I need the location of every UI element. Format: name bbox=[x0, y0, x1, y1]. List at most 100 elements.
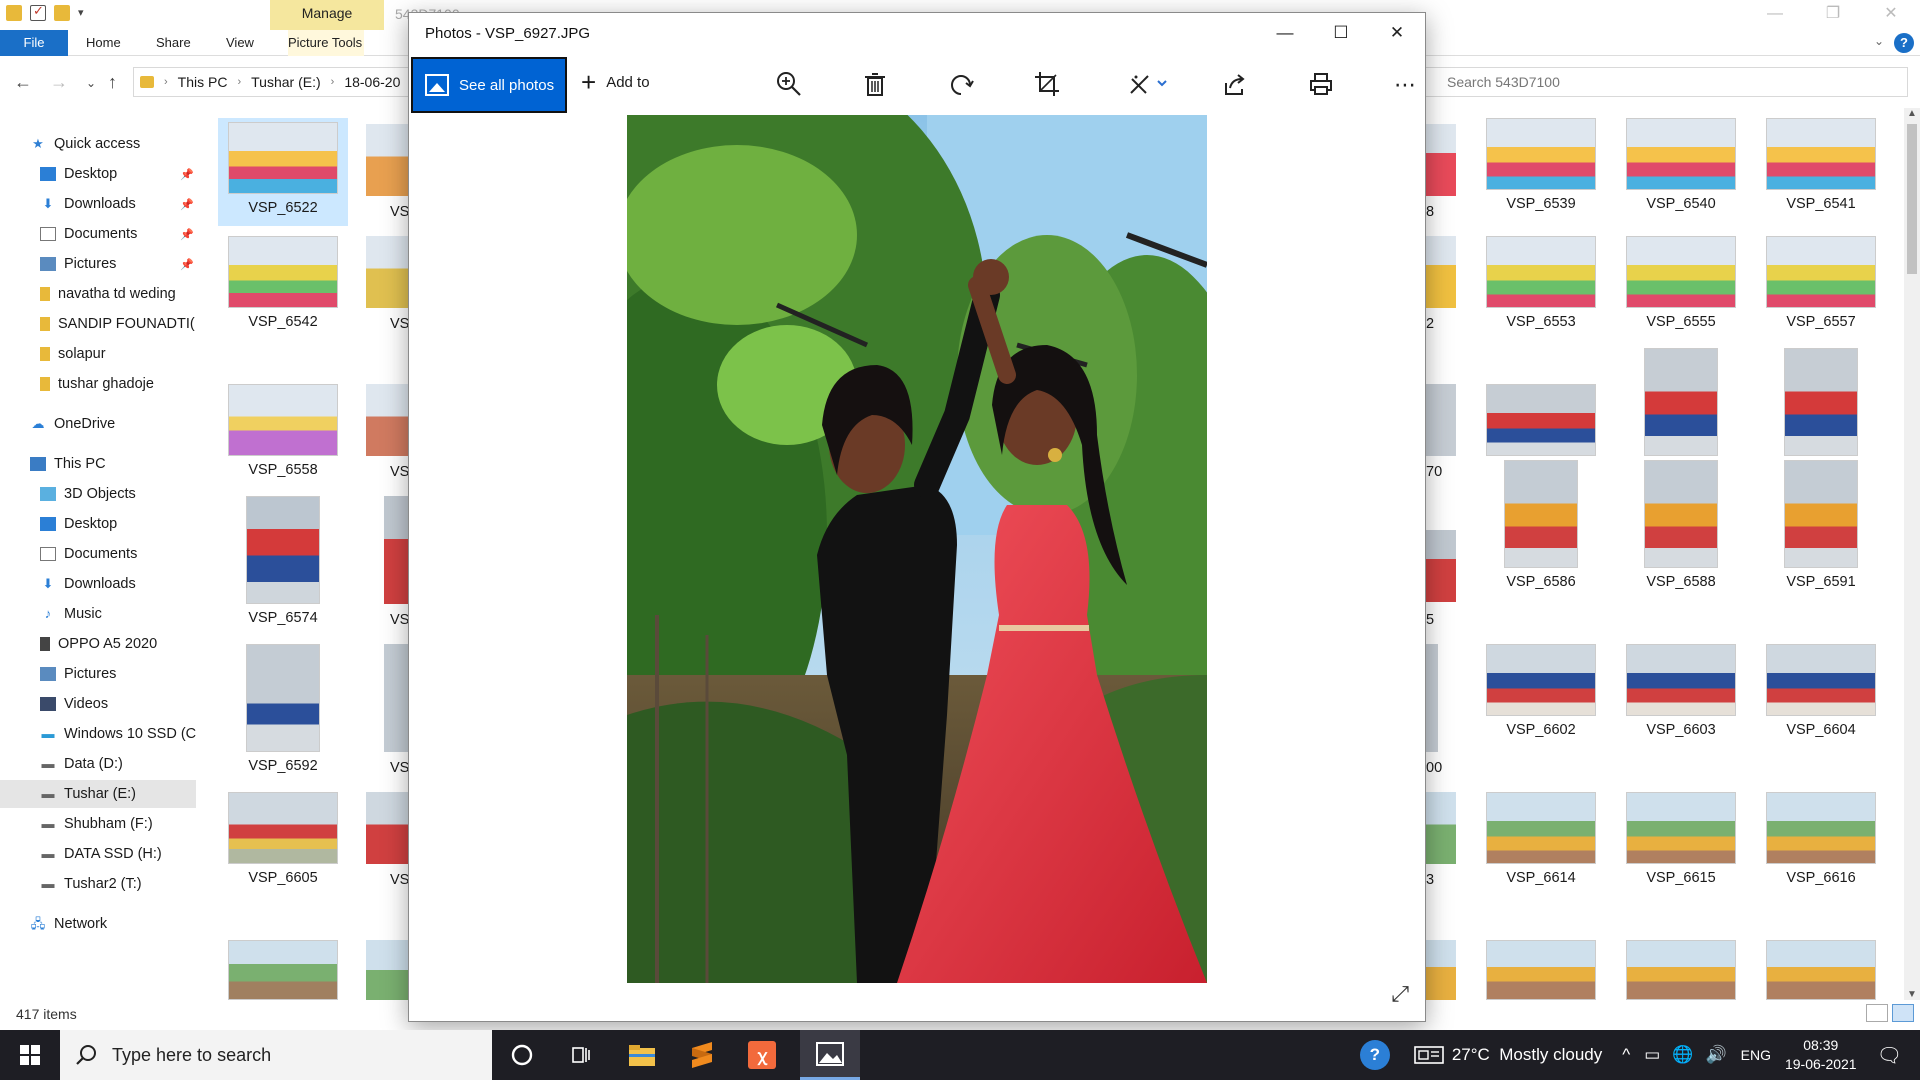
file-item[interactable]: VSP_6574 bbox=[218, 496, 348, 626]
minimize-icon[interactable]: — bbox=[1746, 0, 1804, 30]
nav-pc-item[interactable]: ⬇ Downloads bbox=[40, 570, 236, 598]
file-item[interactable]: VSP_6573 bbox=[1756, 348, 1886, 478]
search-input[interactable]: Search 543D7100 bbox=[1420, 67, 1908, 97]
restore-icon[interactable]: ❐ bbox=[1804, 0, 1862, 30]
rotate-icon[interactable] bbox=[947, 71, 975, 99]
photo-thumbnail[interactable] bbox=[1426, 384, 1456, 456]
clock[interactable]: 08:39 19-06-2021 bbox=[1785, 1036, 1857, 1074]
file-item[interactable]: VSP_6542 bbox=[218, 236, 348, 330]
print-icon[interactable] bbox=[1307, 71, 1335, 99]
file-item[interactable]: VSP_6604 bbox=[1756, 644, 1886, 738]
file-explorer-taskbar-icon[interactable] bbox=[612, 1030, 672, 1080]
nav-onedrive[interactable]: ☁ OneDrive bbox=[30, 410, 226, 438]
large-icons-view-icon[interactable] bbox=[1892, 1004, 1914, 1022]
address-bar[interactable]: › This PC › Tushar (E:) › 18-06-20 bbox=[133, 67, 423, 97]
file-item[interactable] bbox=[1616, 940, 1746, 1000]
forward-icon[interactable]: → bbox=[50, 72, 68, 93]
breadcrumb-folder[interactable]: 18-06-20 bbox=[344, 74, 400, 90]
nav-qa-folder[interactable]: solapur bbox=[40, 340, 236, 368]
file-item[interactable]: VSP_6553 bbox=[1476, 236, 1606, 330]
tab-home[interactable]: Home bbox=[86, 30, 121, 56]
file-item[interactable]: VSP_6615 bbox=[1616, 792, 1746, 886]
file-item[interactable]: VSP_6557 bbox=[1756, 236, 1886, 330]
back-icon[interactable]: ← bbox=[14, 72, 32, 93]
nav-pc-item[interactable]: Documents bbox=[40, 540, 236, 568]
nav-qa-folder[interactable]: navatha td weding bbox=[40, 280, 236, 308]
photo-thumbnail[interactable] bbox=[366, 940, 410, 1000]
file-item[interactable]: VSP_6602 bbox=[1476, 644, 1606, 738]
file-item[interactable]: VSP_6555 bbox=[1616, 236, 1746, 330]
file-item[interactable]: VSP_6540 bbox=[1616, 118, 1746, 212]
nav-pc-item[interactable]: ▬ Tushar2 (T:) bbox=[40, 870, 236, 898]
nav-pc-item[interactable]: Desktop bbox=[40, 510, 236, 538]
tab-view[interactable]: View bbox=[226, 30, 254, 56]
scroll-up-icon[interactable]: ▲ bbox=[1907, 108, 1917, 119]
file-item[interactable] bbox=[1476, 940, 1606, 1000]
manage-context-tab[interactable]: Manage bbox=[270, 0, 384, 30]
taskbar-search-box[interactable]: Type here to search bbox=[60, 1030, 492, 1080]
task-view-icon[interactable] bbox=[552, 1030, 612, 1080]
add-to-button[interactable]: + Add to bbox=[581, 69, 650, 95]
nav-pc-item-selected[interactable]: ▬ Tushar (E:) bbox=[0, 780, 196, 808]
nav-qa-downloads[interactable]: ⬇ Downloads 📌 bbox=[40, 190, 236, 218]
file-item[interactable]: VSP_6586 bbox=[1476, 460, 1606, 590]
file-item[interactable]: VSP_6558 bbox=[218, 384, 348, 478]
nav-pc-item[interactable]: Pictures bbox=[40, 660, 236, 688]
nav-pc-item[interactable]: ▬ Data (D:) bbox=[40, 750, 236, 778]
file-item[interactable]: VSP_6616 bbox=[1756, 792, 1886, 886]
battery-icon[interactable]: ▭ bbox=[1644, 1045, 1660, 1065]
photo-thumbnail[interactable] bbox=[384, 644, 410, 752]
photo-thumbnail[interactable] bbox=[366, 124, 410, 196]
nav-this-pc[interactable]: This PC bbox=[30, 450, 226, 478]
nav-pc-item[interactable]: OPPO A5 2020 bbox=[40, 630, 236, 658]
tab-file[interactable]: File bbox=[0, 30, 68, 56]
see-all-photos-button[interactable]: See all photos bbox=[411, 57, 567, 113]
up-icon[interactable]: ↑ bbox=[108, 72, 117, 93]
fullscreen-icon[interactable]: ⤢ bbox=[1391, 981, 1409, 1007]
details-view-icon[interactable] bbox=[1866, 1004, 1888, 1022]
photo-thumbnail[interactable] bbox=[366, 384, 410, 456]
breadcrumb-this-pc[interactable]: This PC bbox=[178, 74, 228, 90]
close-icon[interactable]: ✕ bbox=[1369, 13, 1425, 55]
minimize-icon[interactable]: — bbox=[1257, 13, 1313, 55]
nav-pc-item[interactable]: ▬ Windows 10 SSD (C bbox=[40, 720, 236, 748]
properties-icon[interactable] bbox=[30, 3, 46, 21]
file-item[interactable]: VSP_6592 bbox=[218, 644, 348, 774]
photos-taskbar-icon[interactable] bbox=[800, 1030, 860, 1080]
file-item[interactable]: VSP_6588 bbox=[1616, 460, 1746, 590]
file-item[interactable]: VSP_6572 bbox=[1616, 348, 1746, 478]
language-indicator[interactable]: ENG bbox=[1741, 1047, 1771, 1063]
share-icon[interactable] bbox=[1221, 71, 1249, 99]
photo-thumbnail[interactable] bbox=[1426, 644, 1438, 752]
photo-thumbnail[interactable] bbox=[366, 792, 410, 864]
recent-locations-icon[interactable]: ⌄ bbox=[86, 76, 96, 90]
xampp-icon[interactable]: ꭓ bbox=[732, 1030, 792, 1080]
nav-qa-documents[interactable]: Documents 📌 bbox=[40, 220, 236, 248]
volume-icon[interactable]: 🔊 bbox=[1705, 1045, 1726, 1065]
photo-thumbnail[interactable] bbox=[1426, 940, 1456, 1000]
start-button[interactable] bbox=[0, 1030, 60, 1080]
photo-thumbnail[interactable] bbox=[1426, 530, 1456, 602]
nav-pc-item[interactable]: ▬ DATA SSD (H:) bbox=[40, 840, 236, 868]
tab-picture-tools[interactable]: Picture Tools bbox=[288, 30, 364, 56]
help-tips-icon[interactable]: ? bbox=[1359, 1040, 1390, 1070]
collapse-ribbon-icon[interactable]: ⌄ bbox=[1874, 34, 1884, 48]
nav-pc-item[interactable]: 3D Objects bbox=[40, 480, 236, 508]
photo-thumbnail[interactable] bbox=[1426, 124, 1456, 196]
file-item[interactable]: VSP_6614 bbox=[1476, 792, 1606, 886]
delete-icon[interactable] bbox=[861, 71, 889, 99]
file-item[interactable]: VSP_6605 bbox=[218, 792, 348, 886]
network-globe-icon[interactable]: 🌐 bbox=[1672, 1045, 1693, 1065]
weather-news-icon[interactable] bbox=[1414, 1044, 1444, 1066]
nav-pc-item[interactable]: ♪ Music bbox=[40, 600, 236, 628]
tab-share[interactable]: Share bbox=[156, 30, 191, 56]
weather-text[interactable]: 27°C Mostly cloudy bbox=[1452, 1045, 1602, 1065]
zoom-in-icon[interactable] bbox=[775, 71, 803, 99]
nav-pc-item[interactable]: ▬ Shubham (F:) bbox=[40, 810, 236, 838]
file-item[interactable]: VSP_6522 bbox=[218, 118, 348, 226]
file-item[interactable]: VSP_6541 bbox=[1756, 118, 1886, 212]
nav-network[interactable]: 🖧 Network bbox=[30, 910, 226, 938]
scroll-down-icon[interactable]: ▼ bbox=[1907, 989, 1917, 1000]
nav-pc-item[interactable]: Videos bbox=[40, 690, 236, 718]
folder-icon[interactable] bbox=[6, 5, 22, 21]
